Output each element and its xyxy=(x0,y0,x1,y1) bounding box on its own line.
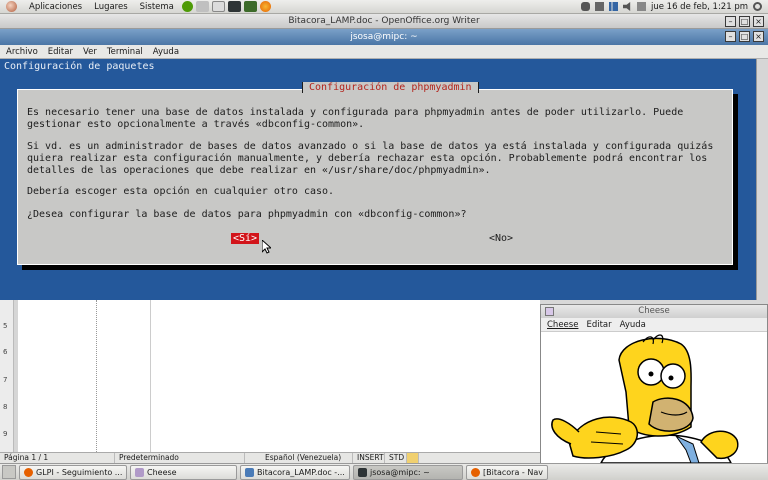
menu-editar[interactable]: Editar xyxy=(586,320,611,330)
menu-ayuda[interactable]: Ayuda xyxy=(620,320,646,330)
launchers xyxy=(181,1,271,12)
document-modified-icon xyxy=(407,453,419,463)
taskbar-item-label: GLPI - Seguimiento ... xyxy=(36,468,123,477)
network-icon[interactable] xyxy=(594,2,604,11)
firefox-icon[interactable] xyxy=(259,1,271,12)
terminal-icon[interactable] xyxy=(227,1,241,12)
signal-icon[interactable] xyxy=(608,2,618,11)
dialog-paragraph-1: Es necesario tener una base de datos ins… xyxy=(27,107,684,130)
taskbar-item-label: Cheese xyxy=(147,468,177,477)
writer-statusbar: Página 1 / 1 Predeterminado Español (Ven… xyxy=(0,452,540,463)
margin-guide xyxy=(96,300,97,452)
close-icon[interactable]: × xyxy=(753,16,764,27)
ruler-number: 9 xyxy=(3,430,8,438)
no-button[interactable]: <No> xyxy=(489,233,513,244)
users-icon[interactable] xyxy=(195,1,209,12)
status-insert[interactable]: INSERT xyxy=(353,453,385,463)
terminal-menubar: Archivo Editar Ver Terminal Ayuda xyxy=(0,45,768,59)
dialog-paragraph-3: Debería escoger esta opción en cualquier… xyxy=(27,186,335,197)
text-boundary xyxy=(150,300,151,452)
terminal-window-controls: – □ × xyxy=(725,31,764,42)
page-gutter xyxy=(14,300,18,452)
menu-aplicaciones[interactable]: Aplicaciones xyxy=(29,2,82,12)
terminal-title: jsosa@mipc: ~ xyxy=(350,32,418,42)
taskbar-item-writer[interactable]: Bitacora_LAMP.doc -... xyxy=(240,465,350,480)
writer-icon xyxy=(245,468,254,477)
taskbar-item-label: [Bitacora - Nav xyxy=(483,468,543,477)
cheese-title: Cheese xyxy=(638,306,670,316)
cheese-titlebar[interactable]: Cheese xyxy=(541,305,767,318)
cheese-webcam-view xyxy=(541,332,767,463)
dialog-question: ¿Desea configurar la base de datos para … xyxy=(27,209,467,220)
show-desktop-icon[interactable] xyxy=(2,465,16,479)
menu-terminal[interactable]: Terminal xyxy=(107,47,143,57)
terminal-scrollbar[interactable] xyxy=(756,59,768,300)
dialog-paragraph-2: Si vd. es un administrador de bases de d… xyxy=(27,141,714,176)
taskbar-item-label: Bitacora_LAMP.doc -... xyxy=(257,468,345,477)
taskbar: GLPI - Seguimiento ... Cheese Bitacora_L… xyxy=(0,463,768,480)
ruler-number: 8 xyxy=(3,403,8,411)
menu-archivo[interactable]: Archivo xyxy=(6,47,38,57)
cheese-menubar: Cheese Editar Ayuda xyxy=(541,318,767,332)
writer-title: Bitacora_LAMP.doc - OpenOffice.org Write… xyxy=(288,16,480,26)
menu-sistema[interactable]: Sistema xyxy=(140,2,174,12)
cheese-app-icon xyxy=(545,307,554,316)
status-language[interactable]: Español (Venezuela) xyxy=(245,453,353,463)
minimize-icon[interactable]: – xyxy=(725,31,736,42)
menu-lugares[interactable]: Lugares xyxy=(94,2,128,12)
menu-editar[interactable]: Editar xyxy=(48,47,73,57)
system-tray: jue 16 de feb, 1:21 pm xyxy=(580,2,768,12)
dialog-title: Configuración de phpmyadmin xyxy=(302,82,479,93)
ruler-number: 6 xyxy=(3,348,8,356)
cheese-icon xyxy=(135,468,144,477)
clock[interactable]: jue 16 de feb, 1:21 pm xyxy=(651,2,748,12)
terminal-titlebar[interactable]: jsosa@mipc: ~ – □ × xyxy=(0,29,768,45)
power-icon[interactable] xyxy=(753,2,762,11)
top-panel: Aplicaciones Lugares Sistema jue 16 de f… xyxy=(0,0,768,14)
ruler-number: 7 xyxy=(3,376,8,384)
writer-document[interactable]: 5 6 7 8 9 xyxy=(0,300,540,452)
close-icon[interactable]: × xyxy=(753,31,764,42)
menu-ver[interactable]: Ver xyxy=(83,47,97,57)
status-style[interactable]: Predeterminado xyxy=(115,453,245,463)
phpmyadmin-config-dialog: Configuración de phpmyadmin Es necesario… xyxy=(17,82,733,265)
panel-menus: Aplicaciones Lugares Sistema xyxy=(0,1,174,12)
mail-indicator-icon[interactable] xyxy=(636,2,646,11)
menu-cheese[interactable]: Cheese xyxy=(547,320,578,330)
writer-titlebar[interactable]: Bitacora_LAMP.doc - OpenOffice.org Write… xyxy=(0,14,768,29)
maximize-icon[interactable]: □ xyxy=(739,16,750,27)
minimize-icon[interactable]: – xyxy=(725,16,736,27)
mouse-cursor-icon xyxy=(262,240,271,254)
firefox-icon xyxy=(24,468,33,477)
cheese-window: Cheese Cheese Editar Ayuda xyxy=(540,304,768,464)
ubuntu-logo-icon[interactable] xyxy=(6,1,17,12)
maximize-icon[interactable]: □ xyxy=(739,31,750,42)
homer-pointing-image xyxy=(551,334,739,463)
taskbar-item-terminal[interactable]: jsosa@mipc: ~ xyxy=(353,465,463,480)
package-config-header: Configuración de paquetes xyxy=(4,61,155,72)
network-globe-icon[interactable] xyxy=(181,1,193,12)
monitor-icon[interactable] xyxy=(243,1,257,12)
mail-icon[interactable] xyxy=(211,1,225,12)
ruler-number: 5 xyxy=(3,322,8,330)
browser-icon xyxy=(471,468,480,477)
taskbar-item-glpi[interactable]: GLPI - Seguimiento ... xyxy=(19,465,127,480)
writer-window-controls: – □ × xyxy=(725,16,764,27)
status-page: Página 1 / 1 xyxy=(0,453,115,463)
bluetooth-icon[interactable] xyxy=(580,2,590,11)
yes-button[interactable]: <Sí> xyxy=(231,233,260,244)
taskbar-item-browser[interactable]: [Bitacora - Nav xyxy=(466,465,548,480)
volume-icon[interactable] xyxy=(622,2,631,11)
terminal-icon xyxy=(358,468,367,477)
taskbar-item-label: jsosa@mipc: ~ xyxy=(370,468,430,477)
status-selection[interactable]: STD xyxy=(385,453,407,463)
vertical-ruler: 5 6 7 8 9 xyxy=(0,300,14,452)
menu-ayuda[interactable]: Ayuda xyxy=(153,47,179,57)
taskbar-item-cheese[interactable]: Cheese xyxy=(130,465,237,480)
